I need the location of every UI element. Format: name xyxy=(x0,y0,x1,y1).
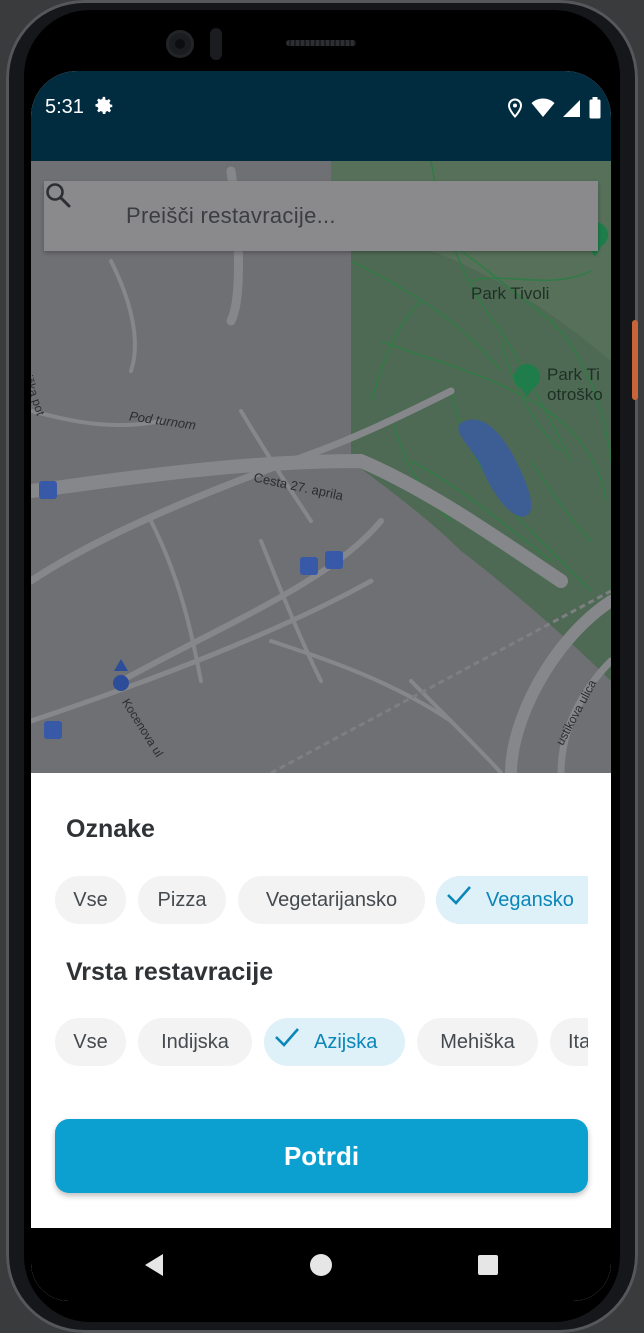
check-icon xyxy=(274,1018,300,1065)
status-time: 5:31 xyxy=(45,96,84,118)
chip-type-asian[interactable]: Azijska xyxy=(264,1018,405,1066)
status-icons xyxy=(507,97,601,124)
navigation-bar xyxy=(31,1228,611,1301)
battery-icon xyxy=(589,97,601,124)
restaurant-type-title: Vrsta restavracije xyxy=(66,958,274,986)
chip-tag-vegetarian[interactable]: Vegetarijansko xyxy=(238,876,425,924)
map-label-park-ti-2: otroško xyxy=(547,385,603,404)
front-camera xyxy=(166,30,194,58)
proximity-sensor xyxy=(210,28,222,60)
recents-icon[interactable] xyxy=(448,1228,528,1301)
volume-button xyxy=(632,320,638,400)
map-view[interactable]: Park Tivoli Park Ti otroško Podrožniška … xyxy=(31,161,611,773)
chip-label: Azijska xyxy=(314,1031,378,1053)
chip-tag-all[interactable]: Vse xyxy=(55,876,126,924)
map-label-park-ti: Park Ti xyxy=(547,365,600,384)
tags-chip-row[interactable]: Vse Pizza Vegetarijansko Vegansko xyxy=(55,876,588,924)
status-bar: 5:31 xyxy=(31,71,611,161)
back-icon[interactable] xyxy=(114,1228,194,1301)
search-icon xyxy=(46,183,104,230)
earpiece-speaker xyxy=(286,40,356,46)
chip-type-indian[interactable]: Indijska xyxy=(138,1018,252,1066)
search-input[interactable]: Preišči restavracije... xyxy=(126,203,336,229)
map-graphics xyxy=(31,161,611,773)
location-icon xyxy=(507,98,523,123)
signal-icon xyxy=(563,99,581,122)
chip-tag-vegan[interactable]: Vegansko xyxy=(436,876,588,924)
chip-label: Vegansko xyxy=(486,889,574,911)
search-bar[interactable]: Preišči restavracije... xyxy=(44,181,598,251)
map-label-park-tivoli: Park Tivoli xyxy=(471,284,550,303)
chip-type-mexican[interactable]: Mehiška xyxy=(417,1018,538,1066)
tags-title: Oznake xyxy=(66,815,155,843)
chip-type-italian[interactable]: Italijanska xyxy=(550,1018,588,1066)
wifi-icon xyxy=(531,98,555,123)
chip-type-all[interactable]: Vse xyxy=(55,1018,126,1066)
filter-sheet: Oznake Vse Pizza Vegetarijansko Vegansko… xyxy=(31,773,611,1228)
restaurant-type-chip-row[interactable]: Vse Indijska Azijska Mehiška Italijanska xyxy=(55,1018,588,1066)
home-icon[interactable] xyxy=(281,1228,361,1301)
screen: 5:31 Park Tivoli Park Ti otroško Podrožn… xyxy=(31,71,611,1301)
check-icon xyxy=(446,876,472,923)
gear-icon xyxy=(93,95,115,122)
confirm-button[interactable]: Potrdi xyxy=(55,1119,588,1193)
chip-tag-pizza[interactable]: Pizza xyxy=(138,876,226,924)
